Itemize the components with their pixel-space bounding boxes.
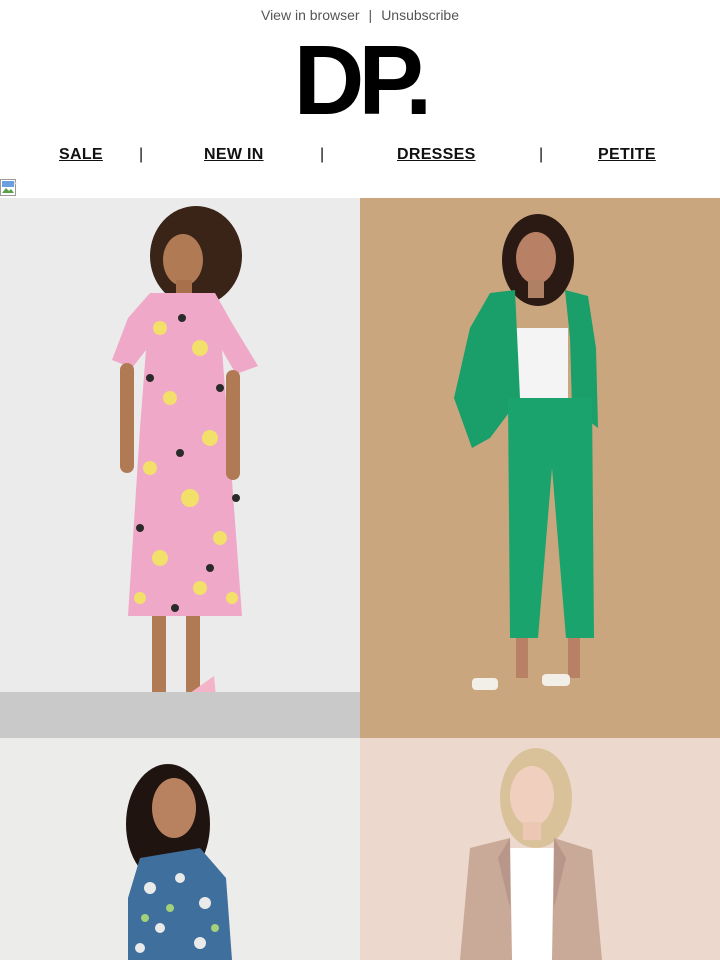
product-tile-floral-dress[interactable]: [0, 198, 360, 738]
preheader-separator: |: [368, 7, 373, 23]
nav-separator: |: [539, 146, 544, 163]
beige-blazer-model-image: [460, 748, 602, 960]
category-nav: SALE | NEW IN | DRESSES | PETITE: [0, 144, 720, 168]
view-in-browser-link[interactable]: View in browser: [261, 7, 360, 23]
studio-floor: [0, 692, 360, 738]
blue-floral-dress-model-image: [126, 764, 232, 960]
nav-item-sale[interactable]: SALE: [59, 146, 103, 164]
unsubscribe-link[interactable]: Unsubscribe: [381, 7, 459, 23]
product-tile-green-suit[interactable]: [360, 198, 720, 738]
nav-item-petite[interactable]: PETITE: [598, 146, 656, 164]
brand-logo[interactable]: DP.: [0, 31, 720, 129]
nav-item-new-in[interactable]: NEW IN: [204, 146, 264, 164]
nav-separator: |: [139, 146, 144, 163]
product-tile-beige-blazer[interactable]: [360, 738, 720, 960]
green-suit-model-image: [454, 214, 598, 690]
nav-item-dresses[interactable]: DRESSES: [397, 146, 476, 164]
broken-image-icon[interactable]: [0, 179, 18, 197]
nav-separator: |: [320, 146, 325, 163]
product-tile-blue-floral-dress[interactable]: [0, 738, 360, 960]
floral-dress-model-image: [112, 206, 258, 724]
